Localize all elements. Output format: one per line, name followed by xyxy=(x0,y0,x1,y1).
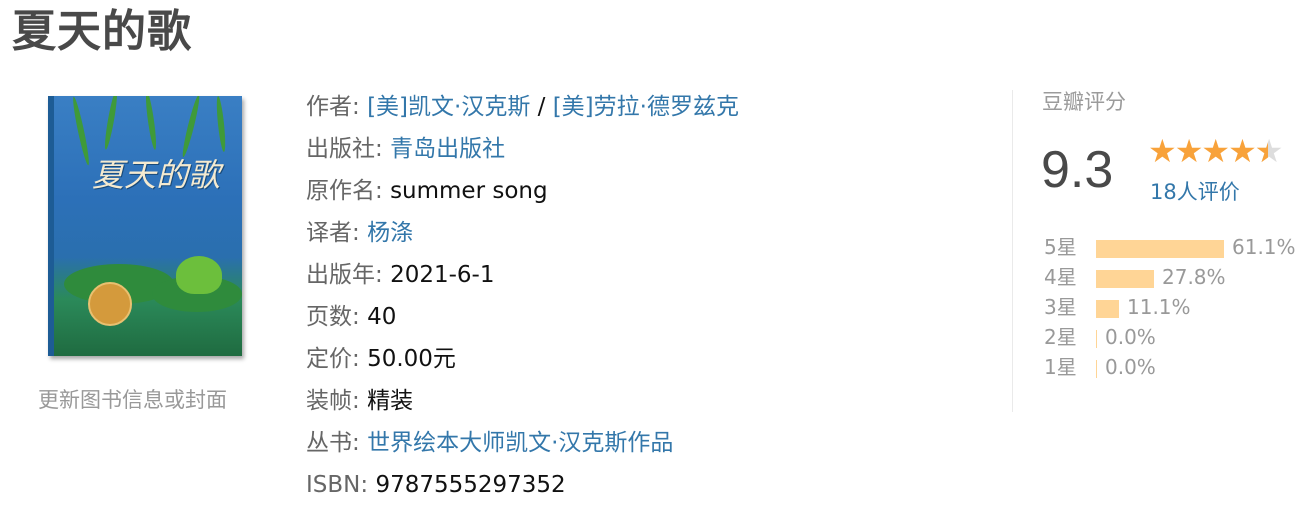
pages-label: 页数: xyxy=(306,304,360,330)
author-link-2[interactable]: [美]劳拉·德罗兹克 xyxy=(553,94,739,120)
info-isbn: ISBN: 9787555297352 xyxy=(306,464,1006,506)
cover-leaf xyxy=(143,96,159,151)
info-author: 作者: [美]凯文·汉克斯 / [美]劳拉·德罗兹克 xyxy=(306,86,1006,128)
rating-bar-label: 3星 xyxy=(1044,295,1077,319)
isbn-value: 9787555297352 xyxy=(375,472,566,498)
star-icon: ★ xyxy=(1228,132,1257,170)
rating-bar-row: 2星 0.0% xyxy=(1044,322,1296,352)
rating-bar-percent: 11.1% xyxy=(1127,295,1191,319)
cover-leaf xyxy=(70,96,92,166)
cover-title-text: 夏天的歌 xyxy=(92,156,221,194)
series-label: 丛书: xyxy=(306,430,360,456)
rating-score: 9.3 xyxy=(1041,141,1114,199)
binding-value: 精装 xyxy=(367,388,414,414)
rating-label: 豆瓣评分 xyxy=(1042,90,1126,114)
star-icon: ★ xyxy=(1174,132,1204,170)
page-title: 夏天的歌 xyxy=(12,6,192,57)
rating-bar-label: 5星 xyxy=(1044,235,1077,259)
author-link-1[interactable]: [美]凯文·汉克斯 xyxy=(367,94,530,120)
info-price: 定价: 50.00元 xyxy=(306,338,1006,380)
rating-bar-percent: 0.0% xyxy=(1105,325,1156,349)
publisher-label: 出版社: xyxy=(306,136,383,162)
translator-link[interactable]: 杨涤 xyxy=(367,220,413,246)
star-half-icon: ★ xyxy=(1255,132,1284,170)
cover-leaf xyxy=(180,96,202,158)
translator-label: 译者: xyxy=(306,220,360,246)
rating-bar-label: 1星 xyxy=(1044,355,1077,379)
rating-bar-row: 3星 11.1% xyxy=(1044,292,1296,322)
rating-bar-row: 5星 61.1% xyxy=(1044,232,1296,262)
cover-spine xyxy=(48,96,54,356)
section-divider xyxy=(1012,90,1013,412)
pub-year-label: 出版年: xyxy=(306,262,383,288)
binding-label: 装帧: xyxy=(306,388,360,414)
book-cover-link[interactable]: 夏天的歌 xyxy=(48,96,244,358)
publisher-link[interactable]: 青岛出版社 xyxy=(390,136,505,162)
rating-bar xyxy=(1096,269,1154,288)
author-separator: / xyxy=(530,94,553,120)
original-title-value: summer song xyxy=(390,178,548,204)
rating-bar xyxy=(1096,359,1097,378)
info-original-title: 原作名: summer song xyxy=(306,170,1006,212)
rating-bar xyxy=(1096,299,1119,318)
rating-bar-percent: 0.0% xyxy=(1105,355,1156,379)
cover-leaf xyxy=(215,96,227,153)
info-pages: 页数: 40 xyxy=(306,296,1006,338)
price-label: 定价: xyxy=(306,346,360,372)
rating-count-link[interactable]: 18人评价 xyxy=(1150,176,1240,206)
rating-stars: ★★★★★ xyxy=(1148,132,1284,170)
pages-value: 40 xyxy=(367,304,397,330)
rating-bar-label: 4星 xyxy=(1044,265,1077,289)
original-title-label: 原作名: xyxy=(306,178,383,204)
rating-bar-percent: 61.1% xyxy=(1232,235,1296,259)
star-icon: ★ xyxy=(1148,132,1177,170)
cover-leaf xyxy=(102,96,120,151)
rating-bar-row: 4星 27.8% xyxy=(1044,262,1296,292)
info-publisher: 出版社: 青岛出版社 xyxy=(306,128,1006,170)
info-binding: 装帧: 精装 xyxy=(306,380,1006,422)
book-info: 作者: [美]凯文·汉克斯 / [美]劳拉·德罗兹克 出版社: 青岛出版社 原作… xyxy=(306,86,1006,506)
award-medal-icon xyxy=(88,282,132,326)
rating-bar-row: 1星 0.0% xyxy=(1044,352,1296,382)
book-cover-image: 夏天的歌 xyxy=(48,96,242,356)
rating-bar xyxy=(1096,239,1224,258)
star-icon: ★ xyxy=(1201,132,1230,170)
update-book-info-link[interactable]: 更新图书信息或封面 xyxy=(38,384,227,414)
price-value: 50.00元 xyxy=(367,346,456,372)
info-translator: 译者: 杨涤 xyxy=(306,212,1006,254)
rating-bar xyxy=(1096,329,1097,348)
author-label: 作者: xyxy=(306,94,360,120)
isbn-label: ISBN: xyxy=(306,472,369,498)
pub-year-value: 2021-6-1 xyxy=(390,262,495,288)
rating-distribution: 5星 61.1% 4星 27.8% 3星 11.1% 2星 0.0% 1星 0.0% xyxy=(1044,232,1296,382)
info-series: 丛书: 世界绘本大师凯文·汉克斯作品 xyxy=(306,422,1006,464)
rating-bar-label: 2星 xyxy=(1044,325,1077,349)
rating-bar-percent: 27.8% xyxy=(1162,265,1226,289)
frog-illustration xyxy=(176,256,222,294)
series-link[interactable]: 世界绘本大师凯文·汉克斯作品 xyxy=(367,430,673,456)
info-pub-year: 出版年: 2021-6-1 xyxy=(306,254,1006,296)
